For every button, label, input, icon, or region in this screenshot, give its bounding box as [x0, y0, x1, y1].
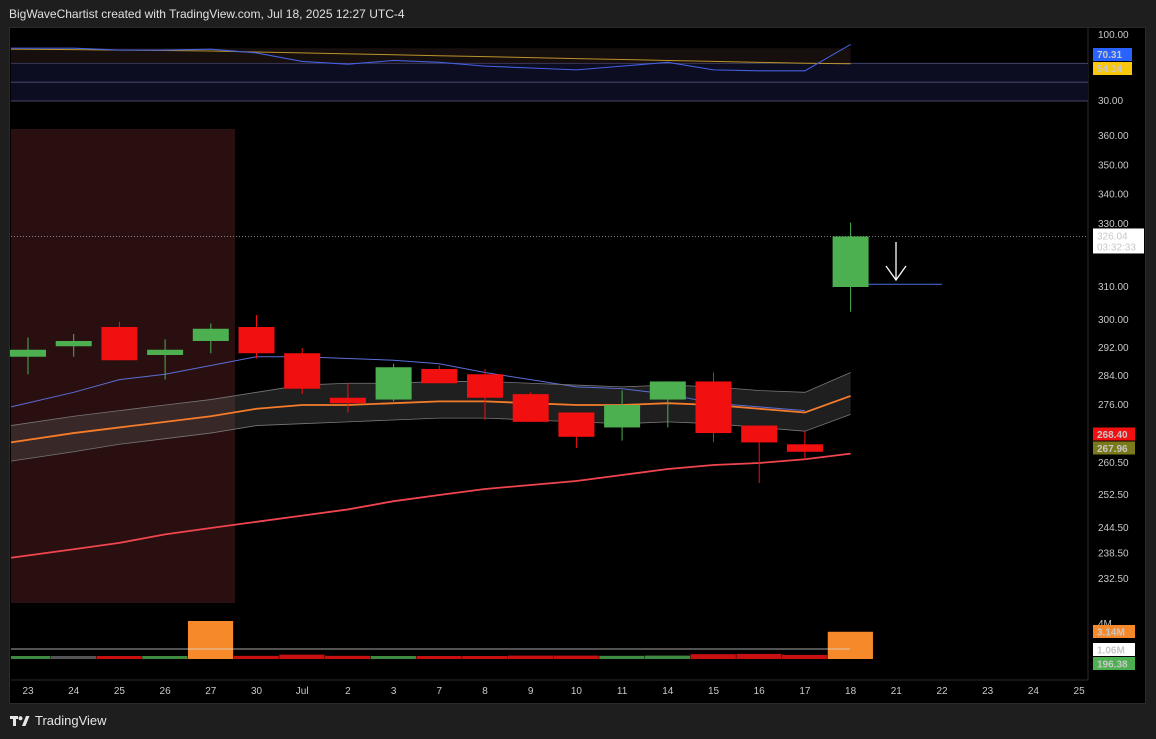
- candle-body: [467, 374, 503, 398]
- countdown-value: 03:32:33: [1097, 242, 1136, 253]
- time-axis-label: 24: [1028, 686, 1040, 697]
- price-axis-tick: 300.00: [1098, 315, 1129, 326]
- candle-body: [832, 236, 869, 287]
- rsi-axis-tick: 30.00: [1098, 96, 1123, 107]
- candle-body: [375, 367, 412, 400]
- time-axis-label: 16: [754, 686, 766, 697]
- candle-body: [101, 327, 138, 361]
- time-axis-label: 2: [345, 686, 351, 697]
- candle-body: [421, 369, 458, 384]
- candle-body: [284, 353, 321, 389]
- candle-body: [741, 425, 778, 443]
- volume-bar: [462, 656, 508, 659]
- candle-body: [604, 405, 641, 428]
- volume-bar: [827, 631, 873, 659]
- candle-body: [238, 327, 275, 354]
- volume-bar: [736, 653, 782, 659]
- rsi-axis-tick: 100.00: [1098, 30, 1129, 41]
- time-axis-label: 24: [68, 686, 80, 697]
- time-axis-label: 23: [982, 686, 994, 697]
- volume-bar: [507, 655, 554, 659]
- candle-body: [558, 412, 595, 437]
- volume-badge-text: 1.06M: [1097, 646, 1125, 657]
- price-axis-tick: 244.50: [1098, 523, 1129, 534]
- volume-bar: [599, 655, 645, 659]
- price-axis-tick: 350.00: [1098, 160, 1129, 171]
- volume-bar: [279, 654, 325, 659]
- price-axis-tick: 340.00: [1098, 190, 1129, 201]
- time-axis-label: Jul: [296, 686, 309, 697]
- volume-bar: [553, 655, 599, 659]
- time-axis-label: 10: [571, 686, 583, 697]
- volume-bar: [11, 656, 51, 659]
- volume-bar: [50, 656, 97, 659]
- time-axis-label: 8: [482, 686, 488, 697]
- volume-badge-text: 3.14M: [1097, 628, 1125, 639]
- candle-body: [649, 381, 686, 400]
- time-axis-label: 30: [251, 686, 263, 697]
- time-axis-label: 27: [205, 686, 217, 697]
- volume-bar: [416, 656, 462, 659]
- volume-bar: [325, 655, 371, 659]
- price-axis-tick: 232.50: [1098, 574, 1129, 585]
- time-axis-label: 21: [891, 686, 903, 697]
- volume-bar: [370, 656, 416, 659]
- volume-bar: [142, 656, 188, 659]
- volume-bar: [96, 656, 142, 659]
- volume-badge-text: 196.38: [1097, 660, 1128, 671]
- price-axis-tick: 276.00: [1098, 400, 1129, 411]
- price-badge-text: 268.40: [1097, 430, 1128, 441]
- candle-body: [786, 444, 823, 452]
- price-axis-tick: 360.00: [1098, 131, 1129, 142]
- candle-body: [10, 349, 46, 357]
- time-axis-label: 25: [114, 686, 126, 697]
- price-axis-tick: 284.00: [1098, 371, 1129, 382]
- candle-body: [192, 328, 229, 341]
- candle-body: [695, 381, 732, 434]
- rsi-badge-text: 54.14: [1097, 64, 1122, 75]
- time-axis-label: 14: [662, 686, 674, 697]
- time-axis-label: 26: [160, 686, 172, 697]
- footer-brand[interactable]: TradingView: [10, 713, 107, 728]
- price-axis-tick: 260.50: [1098, 458, 1129, 469]
- time-axis-label: 11: [617, 686, 628, 697]
- time-axis-label: 23: [22, 686, 34, 697]
- rsi-badge-text: 70.31: [1097, 50, 1122, 61]
- chart-svg[interactable]: 100.00 30.00 70.31 54.14 360.00 350.00 340.00 3…: [0, 0, 1156, 739]
- candle-body: [329, 397, 366, 404]
- candle-body: [147, 349, 184, 355]
- time-axis-label: 17: [799, 686, 811, 697]
- footer-brand-text: TradingView: [35, 713, 107, 728]
- candle-body: [55, 341, 92, 347]
- time-axis-label: 15: [708, 686, 720, 697]
- volume-bar: [782, 654, 828, 659]
- price-axis-tick: 292.00: [1098, 343, 1129, 354]
- tradingview-logo-icon: [10, 714, 30, 728]
- price-axis-tick: 238.50: [1098, 549, 1129, 560]
- price-axis-tick: 252.50: [1098, 490, 1129, 501]
- last-price-value: 326.04: [1097, 231, 1128, 242]
- time-axis-label: 9: [528, 686, 534, 697]
- volume-bar: [644, 655, 691, 659]
- price-axis-tick: 310.00: [1098, 282, 1129, 293]
- time-axis-label: 25: [1074, 686, 1086, 697]
- time-axis-label: 22: [936, 686, 948, 697]
- volume-bar: [233, 655, 279, 659]
- time-axis-label: 7: [437, 686, 443, 697]
- candle-body: [512, 394, 549, 422]
- volume-bar: [690, 654, 736, 659]
- time-axis-label: 18: [845, 686, 857, 697]
- price-axis-tick: 330.00: [1098, 219, 1129, 230]
- volume-bar: [187, 621, 234, 659]
- highlight-region: [11, 129, 235, 603]
- time-axis-label: 3: [391, 686, 397, 697]
- price-badge-text: 267.96: [1097, 444, 1128, 455]
